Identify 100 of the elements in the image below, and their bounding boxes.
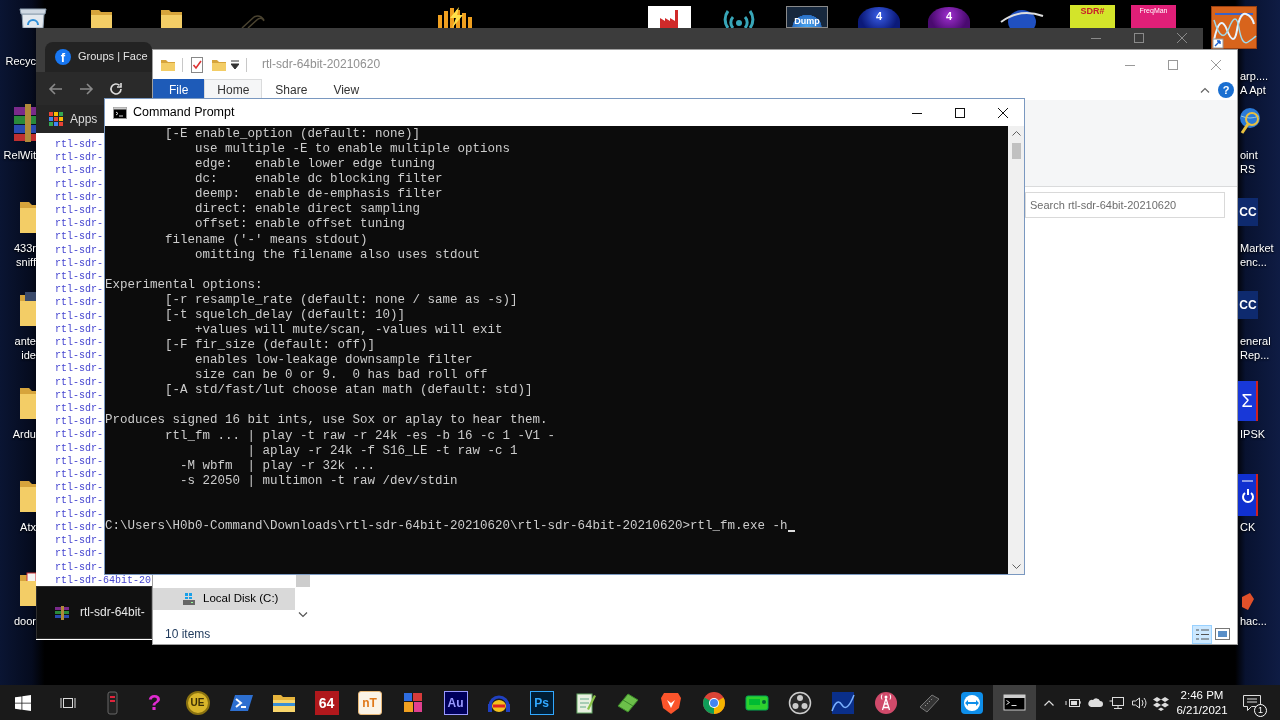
folder-icon[interactable] — [160, 10, 183, 28]
clock-time[interactable]: 2:46 PM — [1180, 687, 1224, 703]
shard-icon[interactable] — [1240, 593, 1254, 610]
file-link[interactable]: rtl-sdr- — [55, 403, 103, 415]
wave-chart-icon[interactable] — [1211, 6, 1257, 49]
speaker-icon[interactable] — [1131, 694, 1147, 711]
console-icon[interactable] — [993, 685, 1036, 720]
file-link[interactable]: rtl-sdr- — [55, 548, 103, 560]
app-logo[interactable]: Ps — [529, 690, 554, 715]
app-logo[interactable]: CC — [1238, 198, 1258, 226]
scrollbar-thumb[interactable] — [296, 575, 310, 587]
radio-tower-icon[interactable] — [873, 690, 898, 715]
file-link[interactable]: rtl-sdr- — [55, 139, 103, 150]
wave-icon[interactable] — [830, 690, 855, 715]
file-link[interactable]: rtl-sdr- — [55, 271, 103, 283]
ribbon-tab[interactable]: Share — [262, 79, 321, 100]
shield-icon[interactable] — [658, 690, 683, 715]
file-link[interactable]: rtl-sdr- — [55, 363, 103, 375]
maximize-icon[interactable] — [954, 107, 965, 118]
file-link[interactable]: rtl-sdr- — [55, 178, 103, 190]
reload-icon[interactable] — [108, 80, 124, 97]
windows-logo-icon[interactable] — [14, 694, 31, 711]
scrollbar-thumb[interactable] — [1011, 143, 1021, 159]
power-symbol-icon[interactable] — [1238, 474, 1258, 516]
folder-icon[interactable] — [20, 571, 36, 608]
file-link[interactable]: rtl-sdr- — [55, 535, 103, 547]
task-view-icon[interactable] — [59, 695, 76, 710]
console-line: [-E enable_option (default: none)] — [164, 127, 421, 143]
file-link[interactable]: rtl-sdr- — [55, 152, 103, 164]
chevron-up-icon[interactable] — [1011, 131, 1021, 136]
books-icon[interactable] — [12, 103, 36, 142]
close-icon[interactable] — [997, 107, 1008, 118]
app-logo[interactable]: 4 — [858, 7, 900, 28]
file-link[interactable]: rtl-sdr- — [55, 337, 103, 349]
bookmark-link[interactable]: Apps — [70, 111, 98, 127]
file-link[interactable]: rtl-sdr- — [55, 323, 103, 335]
file-menu-tab[interactable]: File — [153, 79, 205, 100]
ring-logo-icon[interactable] — [787, 690, 812, 715]
file-link[interactable]: rtl-sdr- — [55, 244, 103, 256]
file-link[interactable]: rtl-sdr- — [55, 350, 103, 362]
app-logo[interactable]: SDR# — [1070, 5, 1115, 28]
recycle-bin-icon[interactable] — [16, 8, 50, 28]
circle-logo-icon[interactable] — [701, 690, 726, 715]
nav-item[interactable]: Local Disk (C:) — [153, 588, 295, 610]
folder-icon[interactable] — [20, 291, 36, 328]
console-line: [-t squelch_delay (default: 10)] — [164, 307, 406, 323]
globe-icon[interactable] — [999, 8, 1045, 28]
chevron-down-icon[interactable] — [1011, 564, 1021, 569]
search-field[interactable]: Search rtl-sdr-64bit-20210620 — [1025, 192, 1225, 218]
file-link[interactable]: rtl-sdr- — [55, 218, 103, 230]
clock-date[interactable]: 6/21/2021 — [1176, 702, 1228, 718]
file-link[interactable]: rtl-sdr- — [55, 521, 103, 533]
file-link[interactable]: rtl-sdr- — [55, 231, 103, 243]
file-link[interactable]: rtl-sdr- — [55, 442, 103, 454]
app-logo[interactable]: Au — [443, 690, 468, 715]
file-link[interactable]: rtl-sdr- — [55, 429, 103, 441]
file-link[interactable]: rtl-sdr- — [55, 561, 103, 573]
file-link[interactable]: rtl-sdr- — [55, 310, 103, 322]
app-logo[interactable]: CC — [1238, 291, 1258, 319]
browser-tab[interactable]: f Groups | Face — [45, 42, 152, 72]
ribbon-tab[interactable]: Home — [204, 79, 263, 100]
details-view-icon[interactable] — [1192, 624, 1212, 644]
window-title: Command Prompt — [133, 105, 235, 120]
file-link[interactable]: rtl-sdr- — [55, 416, 103, 428]
checklist-icon[interactable] — [190, 56, 204, 73]
factory-icon[interactable] — [648, 6, 691, 28]
forward-icon[interactable] — [78, 80, 94, 97]
back-icon[interactable] — [48, 80, 64, 97]
file-link[interactable]: rtl-sdr- — [55, 455, 103, 467]
file-link[interactable]: rtl-sdr- — [55, 297, 103, 309]
large-icons-view-icon[interactable] — [1215, 628, 1230, 640]
file-link[interactable]: rtl-sdr-64bit-20 — [55, 574, 151, 586]
file-link[interactable]: rtl-sdr- — [55, 508, 103, 520]
file-link[interactable]: rtl-sdr- — [55, 469, 103, 481]
chevron-down-icon[interactable] — [298, 612, 308, 618]
apps-grid-icon[interactable] — [49, 112, 63, 126]
app-logo[interactable]: Σ — [1238, 381, 1258, 421]
app-logo[interactable]: ? — [142, 690, 167, 715]
file-link[interactable]: rtl-sdr- — [55, 257, 103, 269]
file-link[interactable]: rtl-sdr- — [55, 165, 103, 177]
desktop-icon-label: arp.... A Apt — [1240, 69, 1269, 97]
desktop-icon-label: Market enc... — [1240, 241, 1274, 269]
file-link[interactable]: rtl-sdr- — [55, 482, 103, 494]
folder-icon[interactable] — [90, 10, 113, 28]
file-link[interactable]: rtl-sdr- — [55, 495, 103, 507]
ribbon-tab[interactable]: View — [320, 79, 373, 100]
help-button[interactable]: ? — [1218, 81, 1234, 98]
app-logo[interactable]: Dump — [786, 6, 828, 28]
app-logo[interactable]: UE — [185, 690, 210, 715]
app-logo[interactable]: 64 — [314, 690, 339, 715]
file-link[interactable]: rtl-sdr- — [55, 284, 103, 296]
file-link[interactable]: rtl-sdr- — [55, 389, 103, 401]
file-link[interactable]: rtl-sdr- — [55, 205, 103, 216]
network-icon[interactable] — [1109, 694, 1125, 711]
file-link[interactable]: rtl-sdr- — [55, 191, 103, 203]
message-icon[interactable] — [1242, 693, 1262, 712]
dropdown-icon[interactable] — [231, 60, 239, 69]
box-logo-icon[interactable] — [1153, 694, 1169, 711]
app-logo[interactable]: 4 — [928, 7, 970, 28]
file-link[interactable]: rtl-sdr- — [55, 376, 103, 388]
